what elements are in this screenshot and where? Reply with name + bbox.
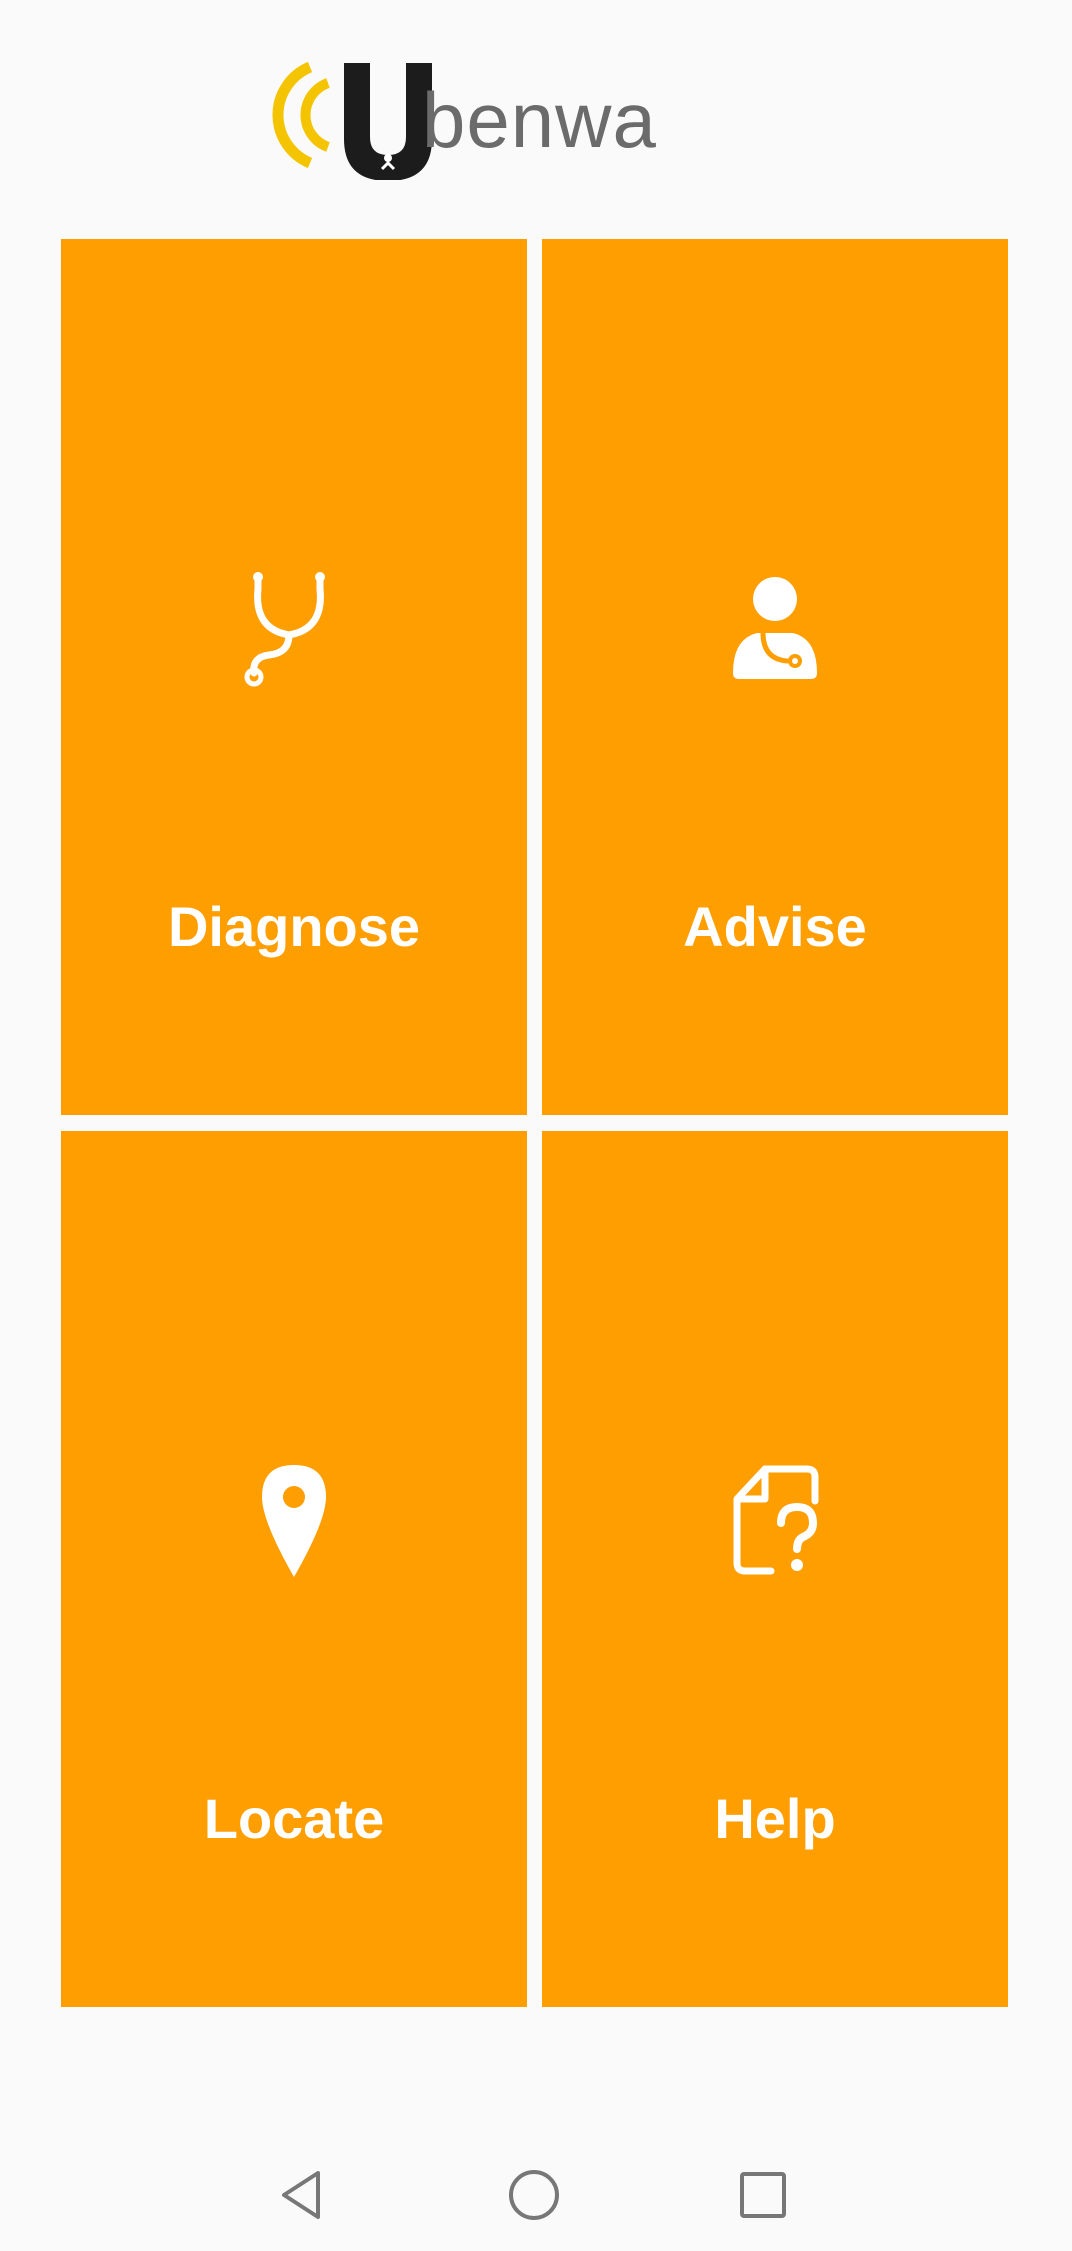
tile-label: Advise (683, 895, 867, 958)
app-logo: benwa (270, 55, 670, 180)
stethoscope-icon (244, 572, 325, 687)
doctor-icon (733, 577, 817, 679)
system-navigation-bar (0, 2140, 1072, 2251)
tile-label: Help (714, 1787, 836, 1850)
tile-label: Locate (203, 1787, 385, 1850)
tile-label: Diagnose (167, 895, 421, 958)
tile-locate[interactable]: Locate (61, 1131, 527, 2007)
help-document-icon (733, 1465, 819, 1575)
back-icon[interactable] (272, 2165, 332, 2225)
logo-wordmark: benwa (422, 76, 657, 164)
tile-help[interactable]: Help (542, 1131, 1008, 2007)
recents-icon[interactable] (733, 2165, 793, 2225)
home-icon[interactable] (504, 2165, 564, 2225)
tile-diagnose[interactable]: Diagnose (61, 239, 527, 1115)
location-pin-icon (262, 1465, 326, 1577)
tile-advise[interactable]: Advise (542, 239, 1008, 1115)
